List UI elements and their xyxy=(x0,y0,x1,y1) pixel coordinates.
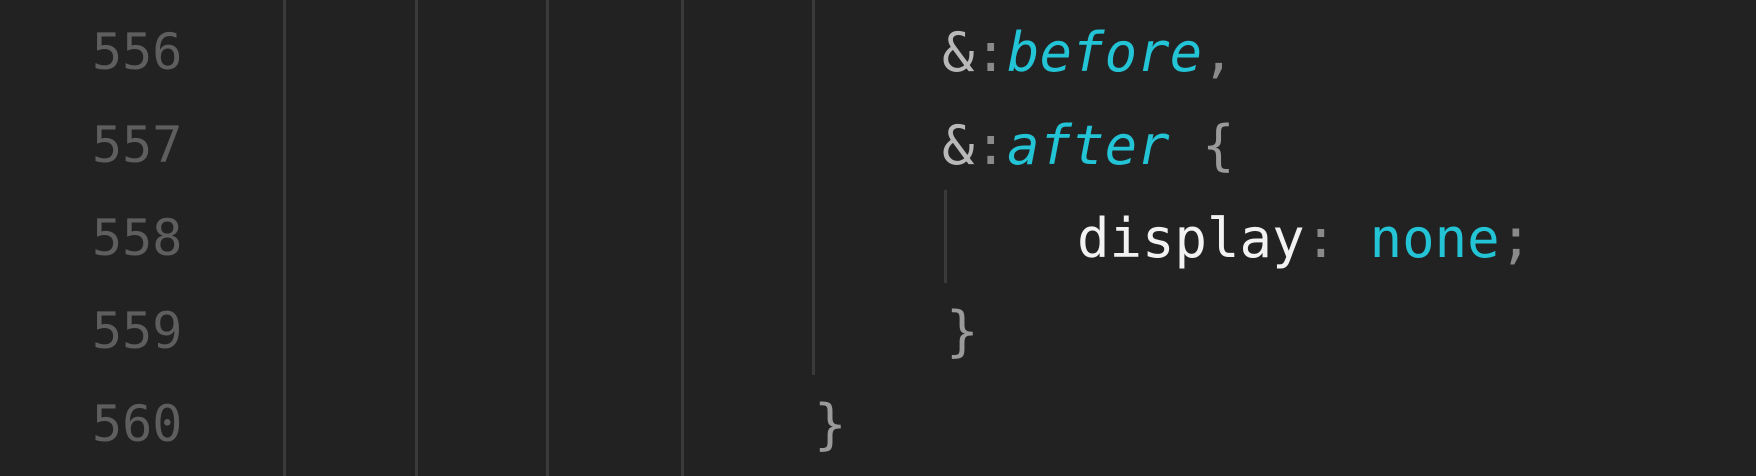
open-brace-token: { xyxy=(1202,114,1235,177)
line-number: 559 xyxy=(92,302,183,360)
semicolon-token: ; xyxy=(1499,207,1533,270)
code-text: &:after { xyxy=(942,99,1235,192)
colon-token: : xyxy=(974,21,1008,84)
property-token: display xyxy=(1077,207,1305,270)
code-editor[interactable]: 556 &:before, 557 &:after { 558 display:… xyxy=(0,0,1756,476)
line-number: 557 xyxy=(92,116,183,174)
code-text: display: none; xyxy=(1077,192,1532,285)
line-number: 556 xyxy=(92,23,183,81)
code-text: &:before, xyxy=(942,6,1235,99)
code-line-558[interactable]: 558 display: none; xyxy=(0,192,1756,285)
line-number: 560 xyxy=(92,395,183,453)
line-number: 558 xyxy=(92,209,183,267)
code-line-556[interactable]: 556 &:before, xyxy=(0,6,1756,99)
ampersand-token: & xyxy=(942,114,975,177)
code-line-560[interactable]: 560 } xyxy=(0,378,1756,471)
close-brace-token: } xyxy=(946,300,979,363)
close-brace-token: } xyxy=(814,393,847,456)
value-token: none xyxy=(1369,207,1500,270)
comma-token: , xyxy=(1202,21,1235,84)
pseudo-selector-token: before xyxy=(1007,21,1203,84)
code-line-557[interactable]: 557 &:after { xyxy=(0,99,1756,192)
code-line-559[interactable]: 559 } xyxy=(0,285,1756,378)
ampersand-token: & xyxy=(942,21,975,84)
colon-token: : xyxy=(974,114,1008,177)
pseudo-selector-token: after xyxy=(1007,114,1170,177)
colon-token: : xyxy=(1304,207,1338,270)
